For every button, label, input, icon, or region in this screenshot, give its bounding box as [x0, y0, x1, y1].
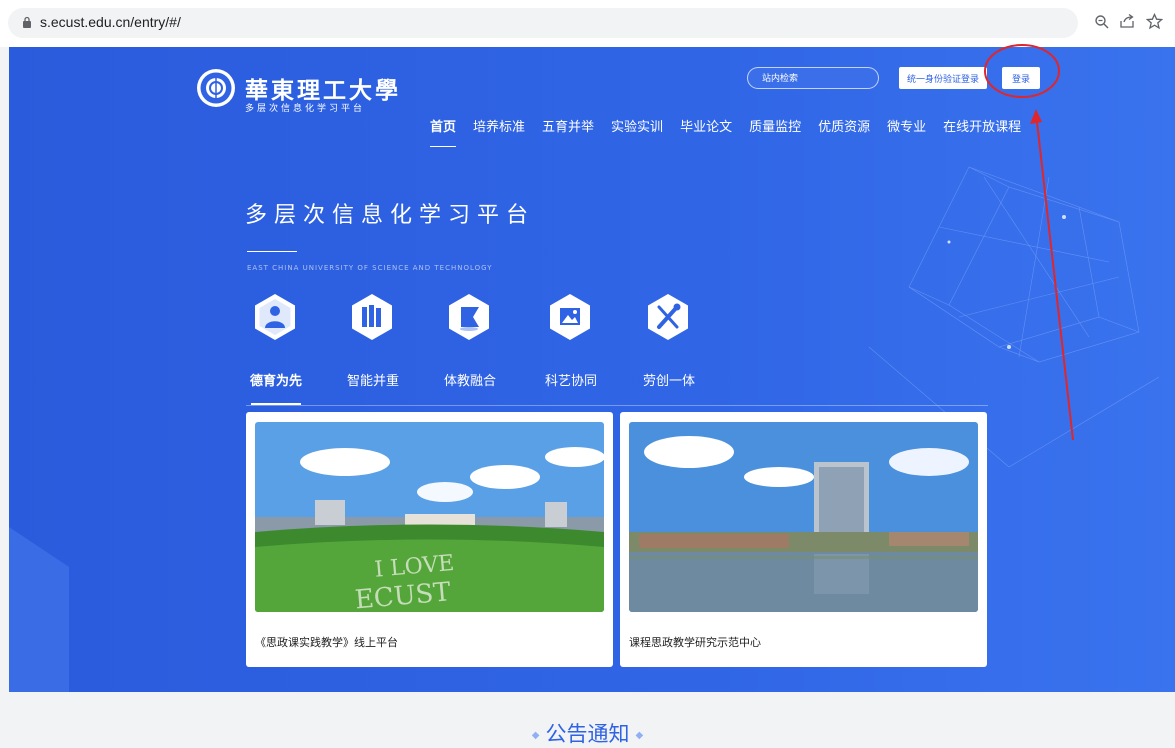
nav-item-experiments[interactable]: 实验实训	[611, 116, 663, 146]
card-ideology-practice[interactable]: I LOVE ECUST 《思政课实践教学》线上平台	[246, 412, 613, 667]
tab-labor[interactable]: 劳创一体	[643, 370, 695, 389]
lock-icon	[23, 16, 31, 28]
active-tab-underline	[251, 403, 301, 405]
tab-intelligence[interactable]: 智能并重	[347, 370, 399, 389]
logo-subtitle: 多层次信息化学习平台	[245, 104, 366, 114]
nav-item-five-education[interactable]: 五育并举	[542, 116, 594, 146]
sso-login-button[interactable]: 统一身份验证登录	[899, 67, 987, 89]
hero-subtitle-en: EAST CHINA UNIVERSITY OF SCIENCE AND TEC…	[247, 264, 493, 272]
share-icon[interactable]	[1119, 13, 1135, 29]
hero-banner: 華東理工大學 多层次信息化学习平台 统一身份验证登录 登录 首页 培养标准 五育…	[9, 47, 1175, 692]
card-title: 课程思政教学研究示范中心	[629, 636, 761, 649]
tab-arts[interactable]: 科艺协同	[545, 370, 597, 389]
campus-lawn-image: I LOVE ECUST	[255, 422, 604, 612]
university-name: 華東理工大學	[245, 77, 401, 104]
card-title: 《思政课实践教学》线上平台	[255, 636, 398, 649]
person-icon[interactable]	[253, 293, 297, 341]
tab-sports[interactable]: 体教融合	[444, 370, 496, 389]
zoom-icon[interactable]	[1094, 14, 1110, 30]
browser-toolbar: s.ecust.edu.cn/entry/#/	[0, 0, 1175, 47]
books-icon[interactable]	[350, 293, 394, 341]
nav-item-resources[interactable]: 优质资源	[818, 116, 870, 146]
picture-icon[interactable]	[548, 293, 592, 341]
notice-section-title: ◆ 公告通知 ◆	[0, 718, 1175, 748]
diamond-icon: ◆	[635, 729, 644, 741]
diamond-icon: ◆	[531, 729, 540, 741]
main-nav: 首页 培养标准 五育并举 实验实训 毕业论文 质量监控 优质资源 微专业 在线开…	[430, 116, 1038, 147]
nav-item-thesis[interactable]: 毕业论文	[680, 116, 732, 146]
tab-moral-education[interactable]: 德育为先	[250, 370, 302, 389]
nav-item-home[interactable]: 首页	[430, 116, 457, 147]
notice-title-text: 公告通知	[545, 722, 630, 746]
flag-icon[interactable]	[447, 293, 491, 341]
bookmark-star-icon[interactable]	[1146, 13, 1163, 30]
hero-divider	[247, 251, 297, 252]
hero-title: 多层次信息化学习平台	[245, 203, 536, 228]
campus-lake-image	[629, 422, 978, 612]
nav-item-training-standards[interactable]: 培养标准	[473, 116, 525, 146]
nav-item-open-courses[interactable]: 在线开放课程	[943, 116, 1021, 146]
site-search-input[interactable]	[747, 67, 879, 89]
university-logo	[197, 69, 235, 107]
address-url: s.ecust.edu.cn/entry/#/	[40, 14, 181, 30]
login-button[interactable]: 登录	[1002, 67, 1040, 89]
category-tabs: 德育为先 智能并重 体教融合 科艺协同 劳创一体	[246, 367, 988, 406]
nav-item-quality[interactable]: 质量监控	[749, 116, 801, 146]
tools-icon[interactable]	[646, 293, 690, 341]
card-ideology-research-center[interactable]: 课程思政教学研究示范中心	[620, 412, 987, 667]
nav-item-micro-major[interactable]: 微专业	[887, 116, 926, 146]
address-bar[interactable]: s.ecust.edu.cn/entry/#/	[8, 8, 1078, 38]
